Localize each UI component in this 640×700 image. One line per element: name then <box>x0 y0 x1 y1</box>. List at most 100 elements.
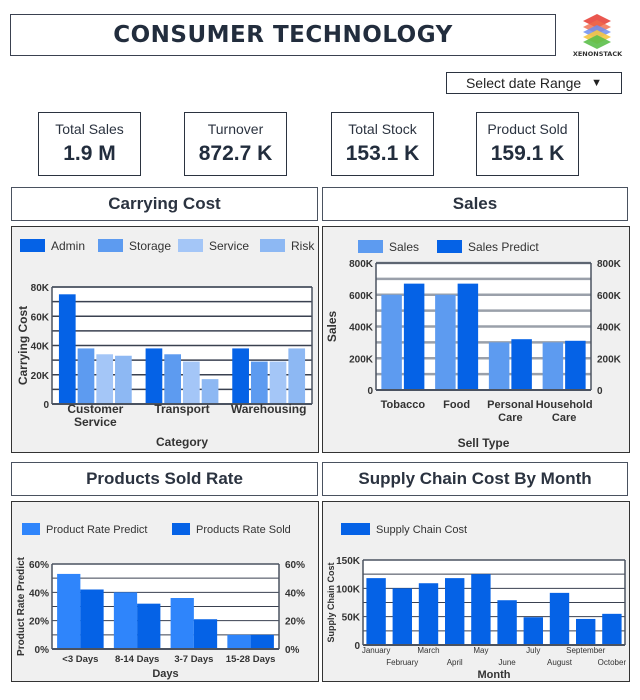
bar-transport-admin <box>145 348 163 404</box>
bar-household-care-sales-predict <box>565 340 586 390</box>
date-range-select[interactable]: Select date Range ▼ <box>446 72 622 94</box>
bar-april-supply-chain-cost <box>445 578 465 645</box>
bar-8-14-days-products-rate-sold <box>137 603 161 649</box>
section-title-sales: Sales <box>322 187 628 221</box>
bar-july-supply-chain-cost <box>523 617 543 645</box>
bar-3-days-product-rate-predict <box>57 573 81 649</box>
x-tick-label-customer-service: Service <box>74 415 117 429</box>
bar-personal-care-sales <box>488 342 510 390</box>
bar-june-supply-chain-cost <box>497 600 517 645</box>
x-tick-label-3-7-days: 3-7 Days <box>174 654 213 665</box>
bar-transport-risk <box>201 379 219 404</box>
y-tick-label: 0 <box>354 641 360 652</box>
y-right-tick-label: 600K <box>597 291 622 302</box>
bar-warehousing-admin <box>232 348 249 404</box>
y-right-tick-label: 400K <box>597 323 622 334</box>
bar-food-sales-predict <box>457 283 479 390</box>
x-axis-title: Days <box>152 668 178 680</box>
legend-label-sales-predict: Sales Predict <box>468 240 539 254</box>
x-tick-label-3-days: <3 Days <box>62 654 98 665</box>
legend-swatch-product-rate-predict <box>22 523 40 535</box>
kpi-value: 1.9 M <box>63 142 116 165</box>
y-tick-label: 20% <box>29 617 49 628</box>
bar-customer-service-admin <box>58 294 76 404</box>
x-axis-title: Category <box>156 435 208 449</box>
x-tick-label-march: March <box>417 646 439 655</box>
bar-warehousing-service <box>269 361 287 404</box>
legend-label-storage: Storage <box>129 239 171 253</box>
x-tick-label-warehousing: Warehousing <box>231 402 307 416</box>
bar-3-7-days-product-rate-predict <box>170 598 194 649</box>
kpi-value: 159.1 K <box>490 142 565 165</box>
x-tick-label-household-care: Care <box>552 412 576 424</box>
xenonstack-logo: XENONSTACK <box>565 12 630 60</box>
y-tick-label: 800K <box>349 259 374 270</box>
bar-tobacco-sales <box>381 294 402 390</box>
kpi-label: Product Sold <box>487 121 568 137</box>
bar-march-supply-chain-cost <box>418 583 439 645</box>
kpi-label: Turnover <box>207 121 264 137</box>
bar-october-supply-chain-cost <box>602 613 622 645</box>
x-tick-label-personal-care: Personal <box>487 399 533 411</box>
x-tick-label-8-14-days: 8-14 Days <box>115 654 159 665</box>
y-axis-title: Supply Chain Cost <box>326 562 336 642</box>
bar-transport-service <box>183 361 200 404</box>
bar-september-supply-chain-cost <box>576 618 596 645</box>
x-tick-label-september: September <box>566 646 605 655</box>
stack-layers-icon <box>583 14 611 49</box>
products-sold-rate-chart: Product Rate Predict Products Rate Sold 0%… <box>16 523 305 680</box>
legend-swatch-sales-predict <box>437 240 462 253</box>
supply-chain-chart: Supply Chain Cost 0 50K 100K 150K January Febr… <box>326 523 626 681</box>
y-tick-label: 40% <box>29 588 49 599</box>
sales-chart-panel: Sales Sales Predict 0 0 200K 200K 400K 400K 600K… <box>322 226 630 453</box>
x-tick-label-june: June <box>498 658 516 667</box>
x-tick-label-may: May <box>473 646 488 655</box>
y-right-tick-label: 0% <box>285 645 300 656</box>
x-tick-label-january: January <box>362 646 390 655</box>
x-tick-label-household-care: Household <box>536 399 593 411</box>
x-tick-label-15-28-days: 15-28 Days <box>226 654 276 665</box>
x-tick-label-july: July <box>526 646 540 655</box>
bar-tobacco-sales-predict <box>403 283 425 390</box>
section-title-carrying-cost: Carrying Cost <box>11 187 318 221</box>
bar-food-sales <box>435 294 456 390</box>
bar-personal-care-sales-predict <box>511 339 532 390</box>
legend-label-supply-chain-cost: Supply Chain Cost <box>376 524 467 536</box>
x-tick-label-transport: Transport <box>154 402 209 416</box>
y-tick-label: 0 <box>367 386 373 397</box>
logo-text: XENONSTACK <box>572 50 623 58</box>
y-tick-label: 50K <box>342 613 361 624</box>
x-axis-title: Month <box>478 669 511 681</box>
y-right-tick-label: 0 <box>597 386 603 397</box>
legend-swatch-admin <box>20 239 45 252</box>
legend-label-service: Service <box>209 239 249 253</box>
legend-swatch-sales <box>358 240 383 253</box>
y-right-tick-label: 20% <box>285 617 305 628</box>
bar-customer-service-storage <box>77 348 95 404</box>
bar-3-7-days-products-rate-sold <box>193 619 218 649</box>
bar-february-supply-chain-cost <box>392 588 412 645</box>
y-axis-title: Sales <box>325 310 339 342</box>
bar-warehousing-storage <box>250 361 268 404</box>
page-title: CONSUMER TECHNOLOGY <box>113 22 453 48</box>
kpi-total-sales: Total Sales 1.9 M <box>38 112 141 176</box>
x-tick-label-tobacco: Tobacco <box>381 399 426 411</box>
legend-label-sales: Sales <box>389 240 419 254</box>
y-tick-label: 0 <box>43 400 49 411</box>
legend-label-product-rate-predict: Product Rate Predict <box>46 524 148 536</box>
y-tick-label: 0% <box>35 645 50 656</box>
bar-8-14-days-product-rate-predict <box>113 592 138 649</box>
section-title-products-sold-rate: Products Sold Rate <box>11 462 318 496</box>
legend-swatch-supply-chain-cost <box>341 523 370 535</box>
bar-transport-storage <box>164 354 181 404</box>
kpi-value: 872.7 K <box>198 142 273 165</box>
x-tick-label-customer-service: Customer <box>67 402 123 416</box>
y-tick-label: 600K <box>349 291 374 302</box>
y-tick-label: 20K <box>31 371 50 382</box>
x-tick-label-personal-care: Care <box>498 412 522 424</box>
bar-customer-service-service <box>96 354 114 404</box>
supply-chain-chart-panel: Supply Chain Cost 0 50K 100K 150K January Febr… <box>322 501 630 682</box>
y-tick-label: 80K <box>31 283 50 294</box>
bar-customer-service-risk <box>115 355 132 404</box>
y-tick-label: 100K <box>336 584 361 595</box>
